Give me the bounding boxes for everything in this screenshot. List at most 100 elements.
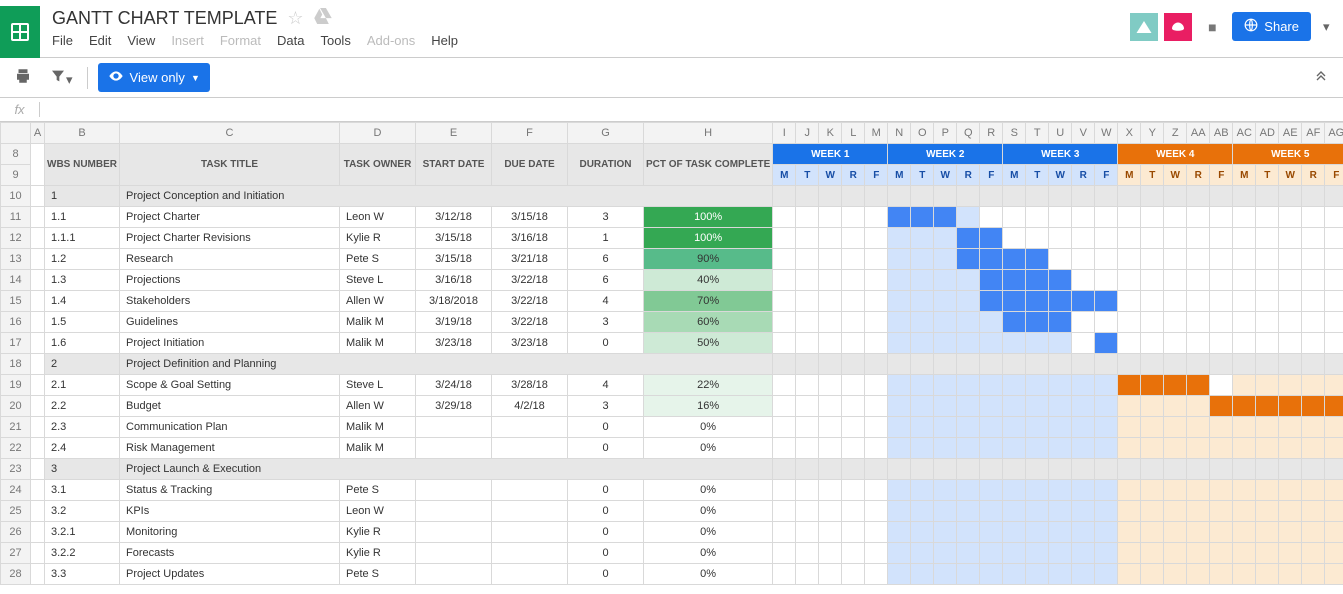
gantt-cell[interactable]	[934, 312, 957, 333]
row-header[interactable]: 18	[1, 354, 31, 375]
data-cell[interactable]: Research	[120, 249, 340, 270]
gantt-cell[interactable]	[1279, 354, 1302, 375]
gantt-cell[interactable]	[1279, 501, 1302, 522]
gantt-cell[interactable]	[1072, 564, 1095, 585]
data-cell[interactable]: 3.2.2	[45, 543, 120, 564]
gantt-cell[interactable]	[1233, 249, 1256, 270]
gantt-cell[interactable]	[842, 396, 865, 417]
gantt-cell[interactable]	[1049, 354, 1072, 375]
gantt-cell[interactable]	[1210, 396, 1233, 417]
gantt-cell[interactable]	[888, 354, 911, 375]
gantt-cell[interactable]	[1325, 333, 1343, 354]
gantt-cell[interactable]	[1302, 543, 1325, 564]
gantt-cell[interactable]	[1325, 375, 1343, 396]
gantt-cell[interactable]	[842, 291, 865, 312]
gantt-cell[interactable]	[865, 375, 888, 396]
data-cell[interactable]: 3/15/18	[492, 207, 568, 228]
data-cell[interactable]: Kylie R	[340, 522, 416, 543]
gantt-cell[interactable]	[1210, 291, 1233, 312]
gantt-cell[interactable]	[1141, 459, 1164, 480]
gantt-cell[interactable]	[842, 438, 865, 459]
data-cell[interactable]	[492, 501, 568, 522]
gantt-cell[interactable]	[1233, 354, 1256, 375]
gantt-cell[interactable]	[1141, 228, 1164, 249]
col-header[interactable]: I	[773, 123, 796, 144]
gantt-cell[interactable]	[888, 564, 911, 585]
gantt-cell[interactable]	[819, 543, 842, 564]
col-header[interactable]: V	[1072, 123, 1095, 144]
gantt-cell[interactable]	[1302, 564, 1325, 585]
gantt-cell[interactable]	[796, 228, 819, 249]
gantt-cell[interactable]	[1210, 438, 1233, 459]
menu-format[interactable]: Format	[220, 33, 261, 48]
gantt-cell[interactable]	[1003, 207, 1026, 228]
data-cell[interactable]: Steve L	[340, 270, 416, 291]
data-cell[interactable]: 3/21/18	[492, 249, 568, 270]
gantt-cell[interactable]	[773, 459, 796, 480]
gantt-cell[interactable]	[842, 333, 865, 354]
gantt-cell[interactable]	[1141, 207, 1164, 228]
gantt-cell[interactable]	[1026, 543, 1049, 564]
gantt-cell[interactable]	[865, 396, 888, 417]
gantt-cell[interactable]	[796, 438, 819, 459]
gantt-cell[interactable]	[1095, 543, 1118, 564]
gantt-cell[interactable]	[1256, 396, 1279, 417]
gantt-cell[interactable]	[1233, 438, 1256, 459]
gantt-cell[interactable]	[1095, 207, 1118, 228]
gantt-cell[interactable]	[1164, 480, 1187, 501]
gantt-cell[interactable]	[1003, 501, 1026, 522]
gantt-cell[interactable]	[888, 291, 911, 312]
gantt-cell[interactable]	[1187, 459, 1210, 480]
row-header[interactable]: 24	[1, 480, 31, 501]
gantt-cell[interactable]	[1210, 543, 1233, 564]
gantt-cell[interactable]	[1302, 501, 1325, 522]
gantt-cell[interactable]	[1164, 396, 1187, 417]
data-cell[interactable]	[492, 522, 568, 543]
col-header[interactable]: AD	[1256, 123, 1279, 144]
menu-file[interactable]: File	[52, 33, 73, 48]
data-cell[interactable]: 3/12/18	[416, 207, 492, 228]
gantt-cell[interactable]	[796, 207, 819, 228]
gantt-cell[interactable]	[1026, 270, 1049, 291]
gantt-cell[interactable]	[1210, 375, 1233, 396]
gantt-cell[interactable]	[1164, 354, 1187, 375]
gantt-cell[interactable]	[865, 501, 888, 522]
gantt-cell[interactable]	[980, 333, 1003, 354]
row-header[interactable]: 21	[1, 417, 31, 438]
gantt-cell[interactable]	[1325, 417, 1343, 438]
gantt-cell[interactable]	[796, 543, 819, 564]
gantt-cell[interactable]	[1302, 291, 1325, 312]
gantt-cell[interactable]	[819, 354, 842, 375]
gantt-cell[interactable]	[865, 228, 888, 249]
data-cell[interactable]: 2.2	[45, 396, 120, 417]
row-header[interactable]: 15	[1, 291, 31, 312]
gantt-cell[interactable]	[773, 270, 796, 291]
gantt-cell[interactable]	[1256, 291, 1279, 312]
gantt-cell[interactable]	[796, 480, 819, 501]
gantt-cell[interactable]	[934, 270, 957, 291]
gantt-cell[interactable]	[888, 249, 911, 270]
gantt-cell[interactable]	[1302, 459, 1325, 480]
data-cell[interactable]: 0	[568, 501, 644, 522]
data-cell[interactable]: 0%	[644, 564, 773, 585]
data-cell[interactable]: 100%	[644, 228, 773, 249]
gantt-cell[interactable]	[911, 375, 934, 396]
data-cell[interactable]: 3/22/18	[492, 291, 568, 312]
row-header[interactable]: 17	[1, 333, 31, 354]
data-cell[interactable]	[416, 543, 492, 564]
chat-icon[interactable]: ■	[1198, 13, 1226, 41]
gantt-cell[interactable]	[1095, 417, 1118, 438]
gantt-cell[interactable]	[1095, 459, 1118, 480]
gantt-cell[interactable]	[1233, 459, 1256, 480]
gantt-cell[interactable]	[888, 186, 911, 207]
gantt-cell[interactable]	[911, 291, 934, 312]
gantt-cell[interactable]	[842, 375, 865, 396]
gantt-cell[interactable]	[819, 186, 842, 207]
gantt-cell[interactable]	[1049, 270, 1072, 291]
gantt-cell[interactable]	[980, 396, 1003, 417]
gantt-cell[interactable]	[1118, 312, 1141, 333]
gantt-cell[interactable]	[842, 564, 865, 585]
gantt-cell[interactable]	[842, 312, 865, 333]
data-cell[interactable]: 1	[568, 228, 644, 249]
drive-icon[interactable]	[314, 8, 332, 29]
